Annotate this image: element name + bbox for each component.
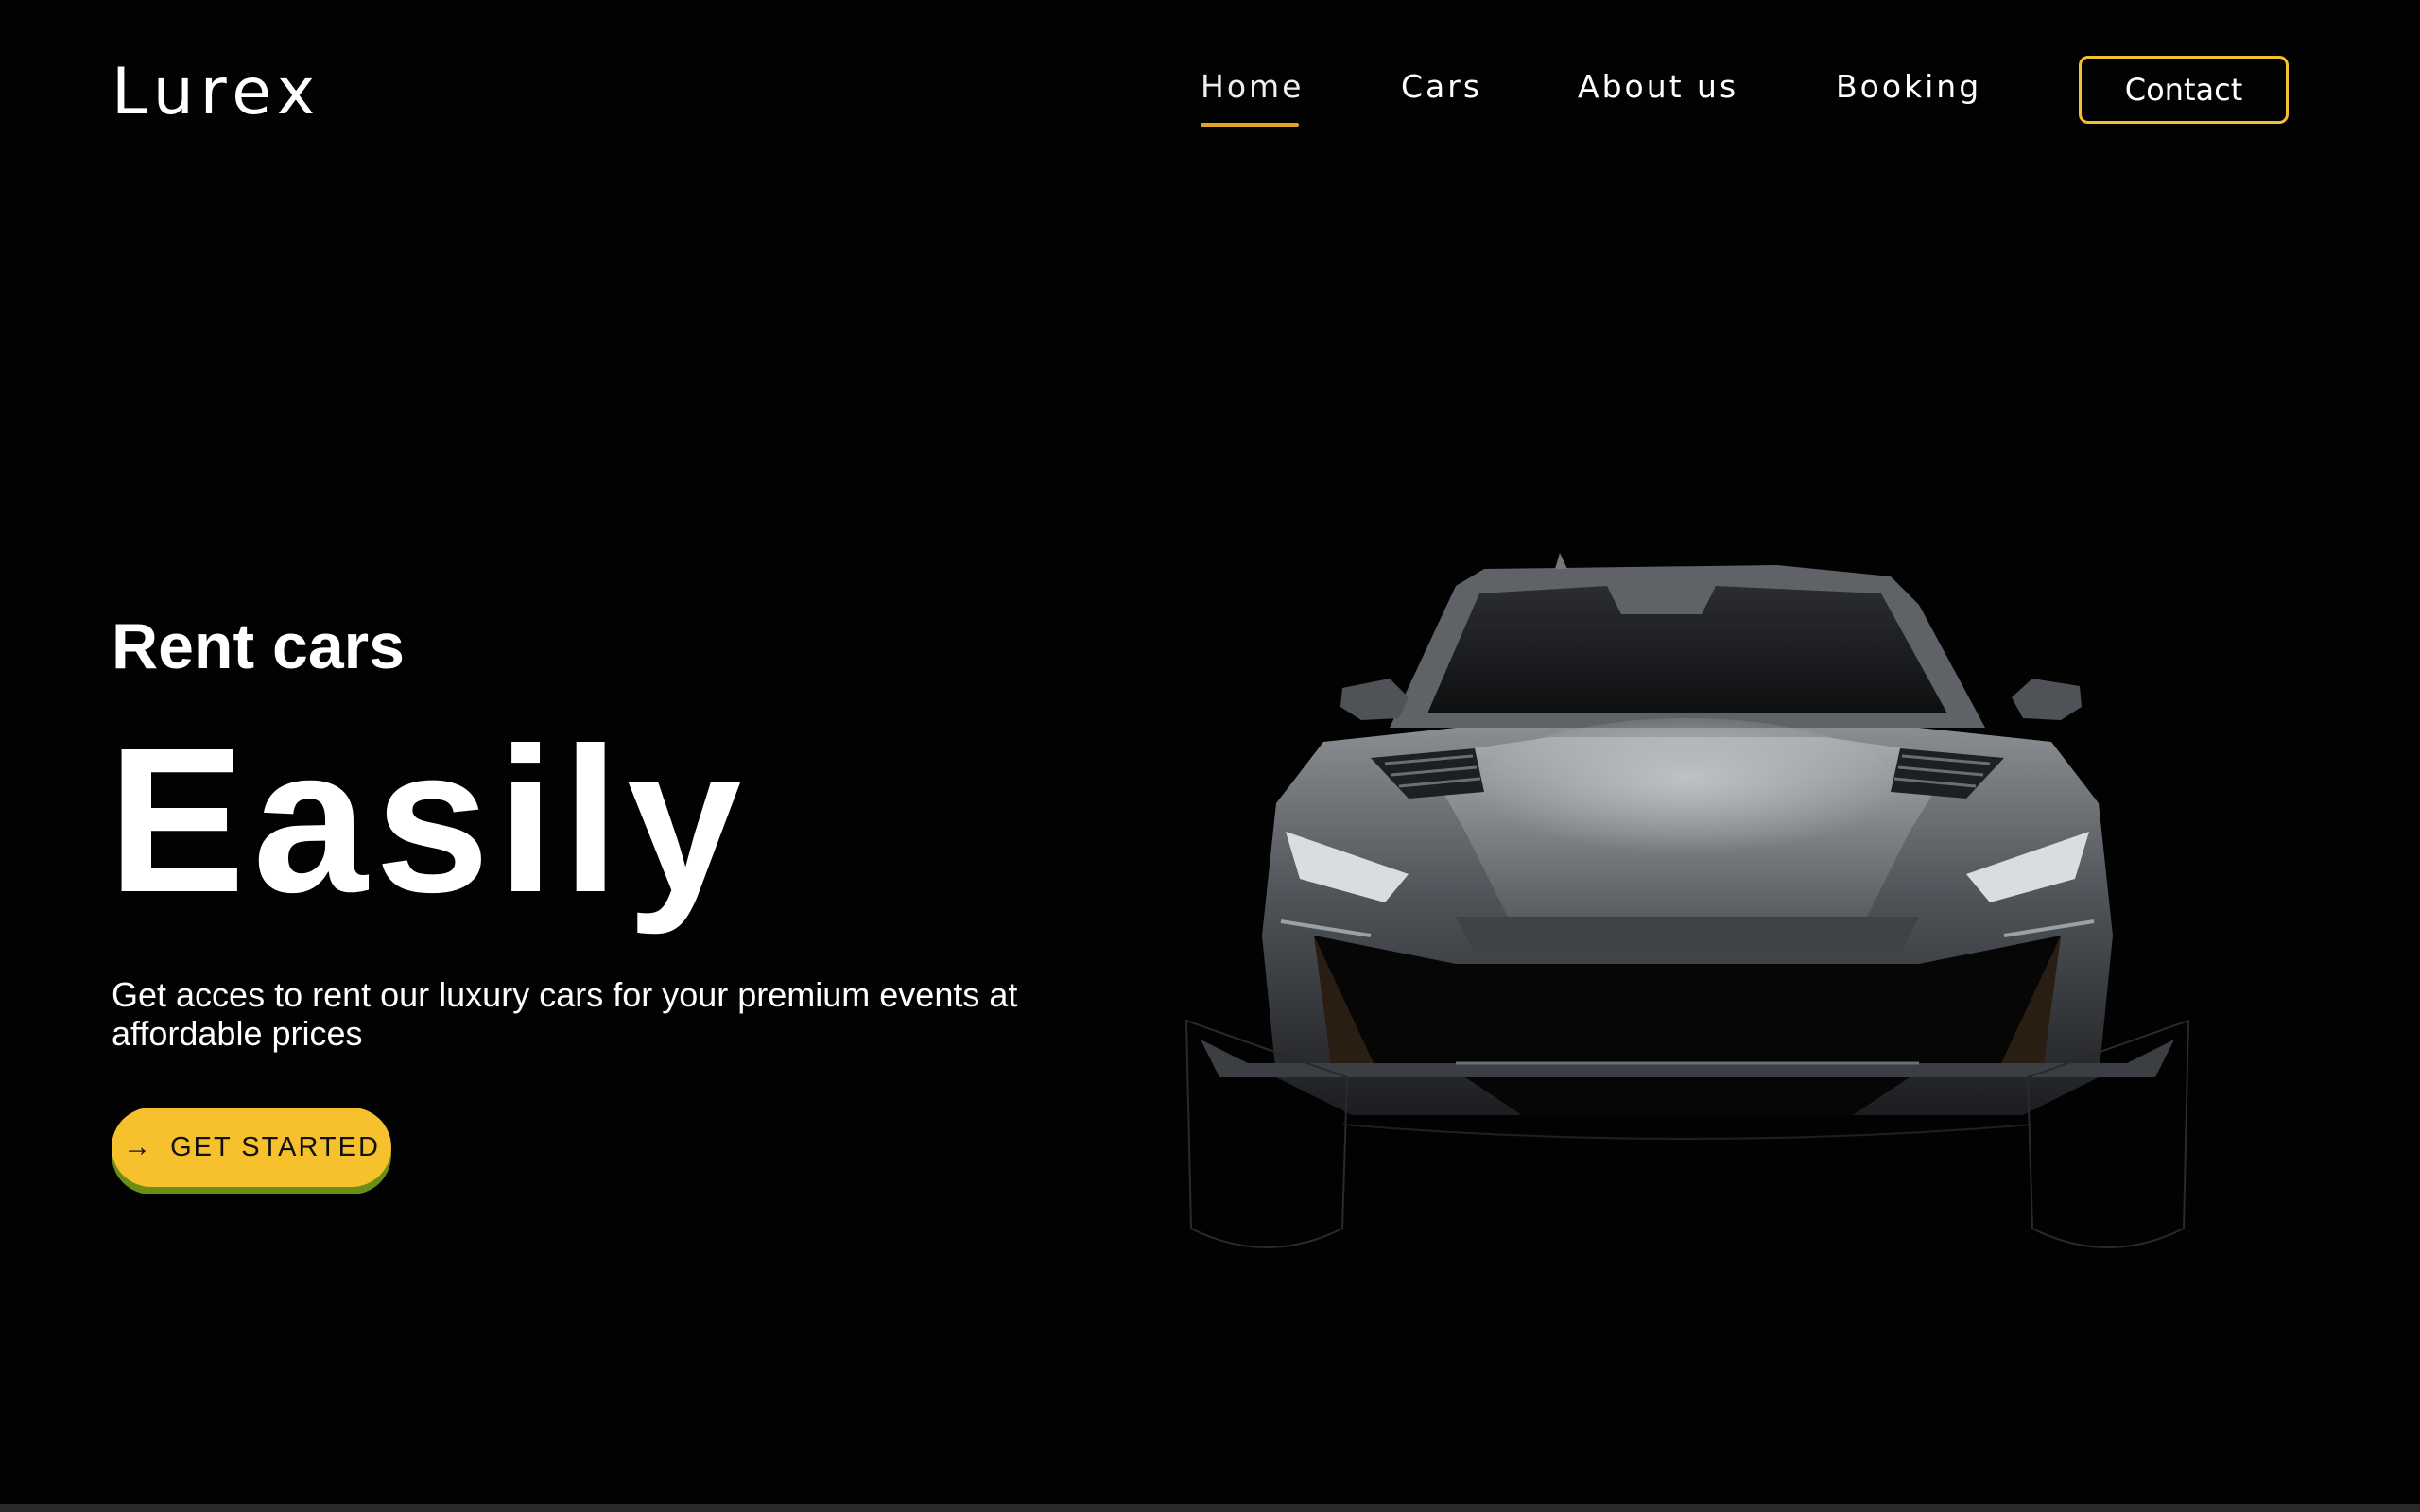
nav-about-link[interactable]: About us <box>1578 68 1738 105</box>
nav-booking-link[interactable]: Booking <box>1836 68 1981 105</box>
get-started-label: GET STARTED <box>170 1131 380 1162</box>
bottom-scroll-strip <box>0 1504 2420 1512</box>
landing-page: Lurex Home Cars About us Booking Contact… <box>0 0 2420 1512</box>
nav-home-link[interactable]: Home <box>1201 68 1304 105</box>
get-started-button[interactable]: → GET STARTED <box>112 1108 391 1187</box>
hero-description: Get acces to rent our luxury cars for yo… <box>112 975 1018 1053</box>
arrow-right-icon: → <box>123 1131 152 1162</box>
nav-active-underline <box>1201 123 1299 127</box>
brand-logo[interactable]: Lurex <box>112 55 321 129</box>
hero-subtitle: Rent cars <box>112 610 405 682</box>
contact-button[interactable]: Contact <box>2079 56 2289 124</box>
hero-title: Easily <box>108 706 750 936</box>
car-hero-image <box>1184 553 2190 1248</box>
nav-cars-link[interactable]: Cars <box>1401 68 1482 105</box>
